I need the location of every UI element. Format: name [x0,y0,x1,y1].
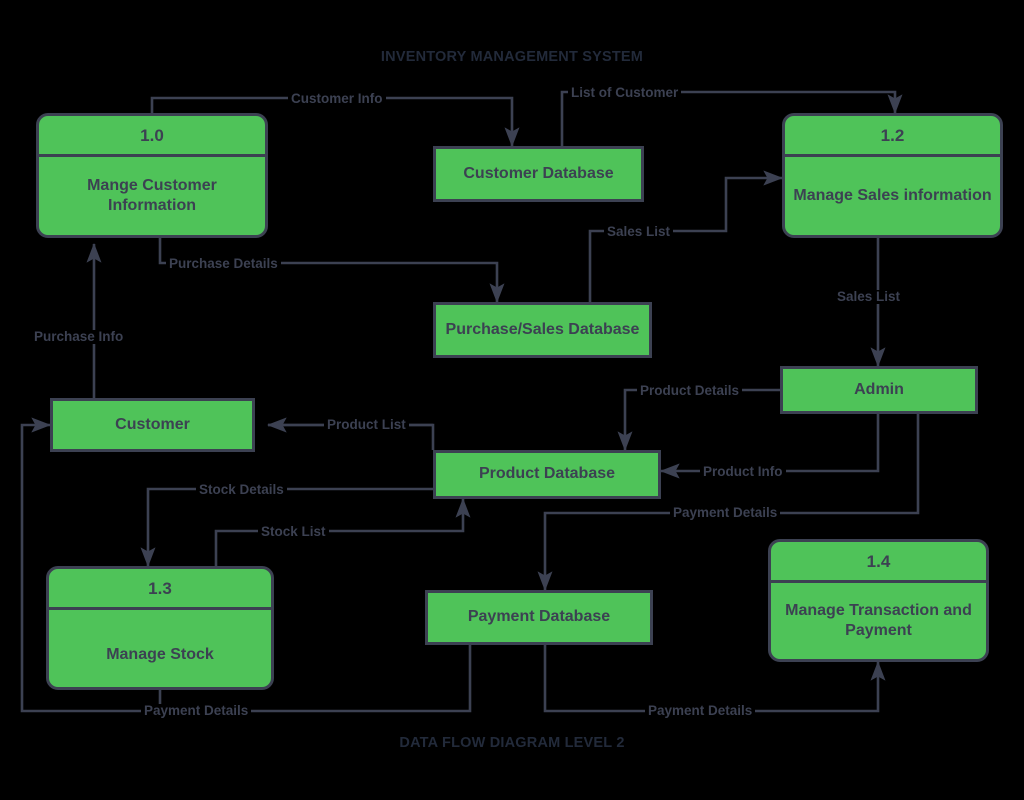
flow-label-payment-details-left: Payment Details [141,704,252,718]
flow-label-list-of-customer: List of Customer [568,86,682,100]
process-id-1-3: 1.3 [49,569,271,610]
process-id-1-0: 1.0 [39,116,265,157]
flow-label-product-details: Product Details [637,384,743,398]
flow-product-details-line [617,388,780,452]
process-label-manage-sales-information: Manage Sales information [793,187,992,204]
datastore-label-product-database: Product Database [478,465,616,483]
flow-label-payment-details-right: Payment Details [645,704,756,718]
flow-label-customer-info: Customer Info [288,92,386,106]
flow-label-sales-list-up: Sales List [604,225,674,239]
flow-label-purchase-info: Purchase Info [31,330,127,344]
process-label-manage-stock: Manage Stock [106,646,214,663]
datastore-customer-database[interactable]: Customer Database [433,146,644,202]
entity-label-customer: Customer [115,415,190,433]
process-manage-customer-information[interactable]: 1.0 Mange Customer Information [36,113,268,238]
process-manage-stock[interactable]: 1.3 Manage Stock [46,566,274,690]
flow-product-info-line [659,414,880,479]
flow-label-stock-details: Stock Details [196,483,287,497]
process-label-manage-transaction-and-payment: Manage Transaction and Payment [785,602,972,639]
flow-label-purchase-details: Purchase Details [166,257,281,271]
flow-label-payment-details-admin: Payment Details [670,506,781,520]
datastore-product-database[interactable]: Product Database [433,450,661,499]
datastore-label-customer-database: Customer Database [463,164,614,182]
flow-label-product-list: Product List [324,418,409,432]
datastore-purchase-sales-database[interactable]: Purchase/Sales Database [433,302,652,358]
process-manage-transaction-and-payment[interactable]: 1.4 Manage Transaction and Payment [768,539,989,662]
entity-label-admin: Admin [854,380,904,398]
datastore-label-purchase-sales-database: Purchase/Sales Database [445,320,640,338]
process-id-1-2: 1.2 [785,116,1000,157]
page-title: INVENTORY MANAGEMENT SYSTEM [380,49,644,65]
entity-customer[interactable]: Customer [50,398,255,452]
process-label-manage-customer-information: Mange Customer Information [87,177,217,214]
datastore-label-payment-database: Payment Database [467,608,611,626]
flow-stock-list-line [214,497,471,566]
flow-label-stock-list: Stock List [258,525,329,539]
process-manage-sales-information[interactable]: 1.2 Manage Sales information [782,113,1003,238]
flow-label-sales-list-down: Sales List [834,290,904,304]
page-footer: DATA FLOW DIAGRAM LEVEL 2 [399,735,625,751]
entity-admin[interactable]: Admin [780,366,978,414]
flow-label-product-info: Product Info [700,465,786,479]
process-id-1-4: 1.4 [771,542,986,583]
datastore-payment-database[interactable]: Payment Database [425,590,653,645]
dfd-canvas: INVENTORY MANAGEMENT SYSTEM 1.0 Mange Cu… [0,0,1024,800]
